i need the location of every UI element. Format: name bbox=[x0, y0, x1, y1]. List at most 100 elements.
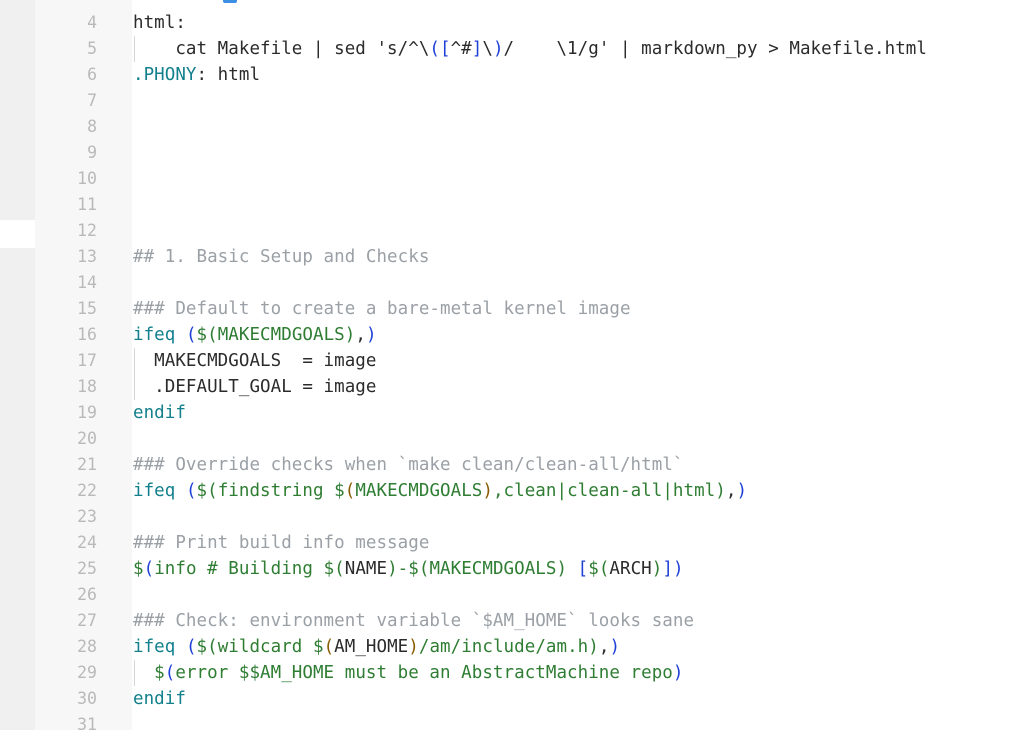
code-line[interactable]: 19 endif bbox=[0, 400, 1035, 426]
code-token: ifeq bbox=[133, 325, 186, 345]
scroll-position-marker[interactable] bbox=[223, 0, 237, 3]
code-token: ### Print build info message bbox=[133, 533, 430, 553]
code-token: ### Default to create a bare-metal kerne… bbox=[133, 299, 631, 319]
code-token: ) bbox=[365, 325, 377, 345]
code-line[interactable]: 24 ### Print build info message bbox=[0, 530, 1035, 556]
code-text: html: bbox=[133, 10, 186, 36]
code-token: ) bbox=[492, 39, 504, 59]
code-text: $(error $$AM_HOME must be an AbstractMac… bbox=[133, 660, 684, 686]
code-line[interactable]: 4 html: bbox=[0, 10, 1035, 36]
code-line[interactable]: 6 .PHONY: html bbox=[0, 62, 1035, 88]
code-line[interactable]: 12 bbox=[0, 218, 1035, 244]
code-token: ( bbox=[185, 481, 197, 501]
line-number: 29 bbox=[77, 663, 97, 682]
code-line[interactable]: 8 bbox=[0, 114, 1035, 140]
code-token: NAME bbox=[344, 559, 388, 579]
code-token: ) bbox=[482, 481, 493, 501]
code-token: , bbox=[355, 325, 366, 345]
line-number: 15 bbox=[77, 299, 97, 318]
code-token: ) bbox=[344, 325, 356, 345]
code-line[interactable]: 13 ## 1. Basic Setup and Checks bbox=[0, 244, 1035, 270]
code-token: ### Check: environment variable `$AM_HOM… bbox=[133, 611, 695, 631]
code-token: ) bbox=[651, 559, 663, 579]
line-number: 20 bbox=[77, 429, 97, 448]
code-line[interactable]: 20 bbox=[0, 426, 1035, 452]
code-line[interactable]: 28 ifeq ($(wildcard $(AM_HOME)/am/include… bbox=[0, 634, 1035, 660]
code-token: ( bbox=[164, 663, 176, 683]
code-token: $( bbox=[408, 559, 430, 579]
line-number: 6 bbox=[87, 65, 97, 84]
code-line[interactable]: 7 bbox=[0, 88, 1035, 114]
code-line[interactable]: 5 cat Makefile | sed 's/^\([^#]\)/ \1/g'… bbox=[0, 36, 1035, 62]
code-token: ( bbox=[143, 559, 155, 579]
line-number: 31 bbox=[77, 715, 97, 734]
code-text: ### Check: environment variable `$AM_HOM… bbox=[133, 608, 694, 634]
code-token: , bbox=[725, 481, 737, 501]
code-line[interactable]: 30 endif bbox=[0, 686, 1035, 712]
code-token: AM_HOME bbox=[334, 637, 409, 657]
code-token: / \1/g' | markdown_py > Makefile.html bbox=[503, 39, 927, 59]
code-line[interactable]: 18 .DEFAULT_GOAL = image bbox=[0, 374, 1035, 400]
code-text: ifeq ($(wildcard $(AM_HOME)/am/include/a… bbox=[133, 634, 620, 660]
line-number: 26 bbox=[77, 585, 97, 604]
code-text: ### Override checks when `make clean/cle… bbox=[133, 452, 683, 478]
line-number: 17 bbox=[77, 351, 97, 370]
code-token: $(findstring bbox=[196, 481, 335, 501]
code-line[interactable]: 22 ifeq ($(findstring $(MAKECMDGOALS),cle… bbox=[0, 478, 1035, 504]
code-line[interactable]: 17 MAKECMDGOALS = image bbox=[0, 348, 1035, 374]
code-token: - bbox=[397, 559, 409, 579]
line-number: 21 bbox=[77, 455, 97, 474]
line-number: 19 bbox=[77, 403, 97, 422]
code-token: MAKECMDGOALS = image bbox=[133, 351, 377, 371]
code-line[interactable]: 29 $(error $$AM_HOME must be an Abstract… bbox=[0, 660, 1035, 686]
code-token: \ bbox=[482, 39, 493, 59]
code-line[interactable]: 16 ifeq ($(MAKECMDGOALS),) bbox=[0, 322, 1035, 348]
code-text: ifeq ($(MAKECMDGOALS),) bbox=[133, 322, 377, 348]
code-text: cat Makefile | sed 's/^\([^#]\)/ \1/g' |… bbox=[133, 36, 927, 62]
line-number: 4 bbox=[87, 13, 97, 32]
code-token: $( bbox=[323, 559, 345, 579]
code-line[interactable]: 9 bbox=[0, 140, 1035, 166]
code-line[interactable]: 14 bbox=[0, 270, 1035, 296]
code-token: ) bbox=[672, 559, 684, 579]
code-text: .DEFAULT_GOAL = image bbox=[133, 374, 376, 400]
code-text: ### Print build info message bbox=[133, 530, 429, 556]
code-line[interactable]: 27 ### Check: environment variable `$AM_H… bbox=[0, 608, 1035, 634]
code-line[interactable]: 15 ### Default to create a bare-metal ker… bbox=[0, 296, 1035, 322]
code-line[interactable]: 10 bbox=[0, 166, 1035, 192]
code-token: ifeq bbox=[133, 637, 186, 657]
line-number: 16 bbox=[77, 325, 97, 344]
code-token: ( bbox=[185, 325, 197, 345]
code-text: $(info # Building $(NAME)-$(MAKECMDGOALS… bbox=[133, 556, 684, 582]
code-line[interactable]: 23 bbox=[0, 504, 1035, 530]
code-token: html: bbox=[133, 13, 186, 33]
code-line[interactable]: 21 ### Override checks when `make clean/c… bbox=[0, 452, 1035, 478]
code-token: .DEFAULT_GOAL = image bbox=[133, 377, 377, 397]
code-line[interactable]: 26 bbox=[0, 582, 1035, 608]
code-token: , bbox=[598, 637, 610, 657]
code-line[interactable]: 31 bbox=[0, 712, 1035, 738]
code-token: ( bbox=[429, 39, 440, 59]
code-token: ( bbox=[323, 637, 335, 657]
code-token: $ bbox=[334, 481, 345, 501]
code-text: ### Default to create a bare-metal kerne… bbox=[133, 296, 631, 322]
line-number: 30 bbox=[77, 689, 97, 708]
code-token: ] bbox=[471, 39, 483, 59]
code-token: ifeq bbox=[133, 481, 186, 501]
line-number: 24 bbox=[77, 533, 97, 552]
code-line[interactable]: 11 bbox=[0, 192, 1035, 218]
code-text: endif bbox=[133, 400, 186, 426]
code-line[interactable]: 25 $(info # Building $(NAME)-$(MAKECMDGOA… bbox=[0, 556, 1035, 582]
code-token: ### Override checks when `make clean/cle… bbox=[133, 455, 684, 475]
code-token: MAKECMDGOALS bbox=[429, 559, 557, 579]
code-token: ) bbox=[408, 637, 419, 657]
code-token: ] bbox=[662, 559, 673, 579]
code-token: info # Building bbox=[154, 559, 324, 579]
code-token: MAKECMDGOALS bbox=[355, 481, 483, 501]
code-token: ) bbox=[672, 663, 684, 683]
line-number: 7 bbox=[87, 91, 97, 110]
code-token: MAKECMDGOALS bbox=[217, 325, 345, 345]
code-token: $ bbox=[196, 325, 208, 345]
code-token: : html bbox=[196, 65, 261, 85]
code-token: ( bbox=[344, 481, 356, 501]
